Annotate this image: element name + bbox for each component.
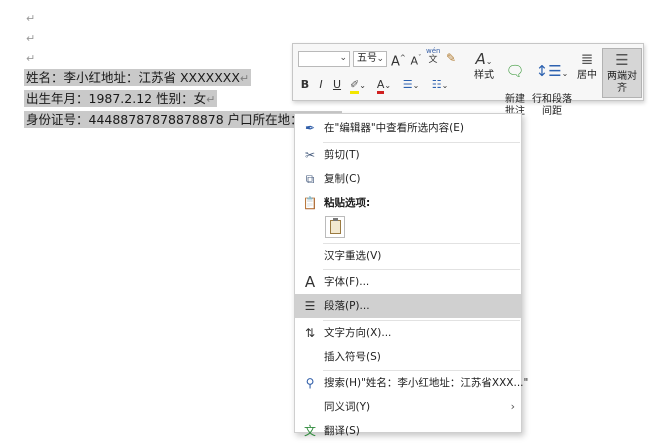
phonetic-guide-button[interactable]: wén 文 bbox=[426, 47, 441, 65]
superscript-mark: ˇ bbox=[418, 54, 422, 62]
styles-icon: A⌄ bbox=[475, 50, 493, 68]
paste-icon: 📋 bbox=[302, 196, 318, 210]
center-label: 居中 bbox=[577, 70, 597, 81]
menu-item-label: 剪切(T) bbox=[324, 149, 360, 161]
menu-item-label: 搜索(H)"姓名：李小红地址：江苏省XXX..." bbox=[324, 377, 529, 389]
font-icon: A bbox=[304, 273, 316, 291]
new-comment-button[interactable]: 🗨 新建 批注 bbox=[501, 48, 529, 117]
menu-item-label: 在"编辑器"中查看所选内容(E) bbox=[324, 122, 464, 134]
menu-item-view-in-editor[interactable]: ✒ 在"编辑器"中查看所选内容(E) bbox=[295, 116, 521, 140]
menu-item-label: 汉字重选(V) bbox=[324, 250, 382, 262]
justify-button[interactable]: ☰ 两端对齐 bbox=[602, 48, 642, 98]
italic-button[interactable]: I bbox=[315, 77, 327, 93]
center-button[interactable]: ≣ 居中 bbox=[574, 48, 600, 98]
paste-keep-text-only-button[interactable] bbox=[325, 216, 345, 238]
menu-item-paragraph[interactable]: ☰ 段落(P)... bbox=[295, 294, 521, 318]
justify-label: 两端对齐 bbox=[607, 71, 637, 94]
underline-icon: U bbox=[332, 78, 342, 91]
paragraph-icon: ☰ bbox=[304, 299, 316, 313]
copy-icon: ⧉ bbox=[305, 172, 315, 186]
menu-item-text-direction[interactable]: ⇅ 文字方向(X)... bbox=[295, 321, 521, 345]
phonetic-icon: wén bbox=[426, 47, 441, 55]
bullets-button[interactable]: ☰⌄ bbox=[399, 77, 423, 93]
chevron-right-icon: › bbox=[510, 400, 515, 413]
chevron-down-icon: ⌄ bbox=[339, 53, 347, 63]
line-text: 姓名：李小红地址：江苏省 XXXXXXX bbox=[26, 70, 240, 85]
paragraph-mark: ↵ bbox=[26, 52, 36, 65]
line-text: 出生年月：1987.2.12 性别：女 bbox=[26, 91, 207, 106]
styles-button[interactable]: A⌄ 样式 bbox=[469, 48, 499, 98]
menu-item-cut[interactable]: ✂ 剪切(T) bbox=[295, 143, 521, 167]
font-name-combo[interactable]: ⌄ bbox=[298, 51, 350, 67]
phonetic-char-icon: 文 bbox=[428, 55, 438, 65]
selected-text-line[interactable]: 出生年月：1987.2.12 性别：女↵ bbox=[24, 90, 218, 107]
scissors-icon: ✂ bbox=[304, 148, 316, 162]
menu-item-label: 复制(C) bbox=[324, 173, 361, 185]
bullet-list-icon: ☰ bbox=[402, 78, 413, 91]
numbered-list-icon: ☷ bbox=[431, 78, 442, 91]
paragraph-mark: ↵ bbox=[239, 72, 250, 85]
font-size-combo[interactable]: 五号 ⌄ bbox=[353, 51, 387, 67]
search-icon: ⚲ bbox=[305, 376, 315, 390]
menu-item-paste-options: 📋 粘贴选项: bbox=[295, 191, 521, 215]
menu-item-copy[interactable]: ⧉ 复制(C) bbox=[295, 167, 521, 191]
menu-item-label: 字体(F)... bbox=[324, 276, 370, 288]
bold-icon: B bbox=[300, 78, 310, 91]
italic-icon: I bbox=[319, 78, 323, 91]
grow-font-button[interactable]: A^ bbox=[391, 50, 406, 70]
menu-item-search[interactable]: ⚲ 搜索(H)"姓名：李小红地址：江苏省XXX..." bbox=[295, 371, 529, 395]
pen-icon: ✒ bbox=[304, 121, 316, 135]
brush-icon: ✎ bbox=[445, 51, 457, 65]
format-painter-button[interactable]: ✎ bbox=[443, 50, 459, 66]
menu-item-reconversion[interactable]: 汉字重选(V) bbox=[295, 244, 521, 268]
chevron-down-icon: ⌄ bbox=[376, 54, 384, 64]
menu-item-font[interactable]: A 字体(F)... bbox=[295, 270, 521, 294]
paragraph-mark: ↵ bbox=[26, 32, 36, 45]
context-menu: ✒ 在"编辑器"中查看所选内容(E) ✂ 剪切(T) ⧉ 复制(C) 📋 粘贴选… bbox=[294, 113, 529, 438]
highlight-button[interactable]: ✐⌄ bbox=[347, 77, 369, 94]
align-justify-icon: ☰ bbox=[615, 51, 629, 69]
shrink-font-icon: A bbox=[410, 54, 419, 68]
styles-label: 样式 bbox=[474, 70, 494, 81]
grow-font-icon: A bbox=[391, 54, 400, 70]
font-size-value: 五号 bbox=[357, 53, 377, 64]
text-direction-icon: ⇅ bbox=[304, 326, 316, 340]
numbering-button[interactable]: ☷⌄ bbox=[427, 77, 453, 93]
highlighter-icon: ✐ bbox=[350, 78, 360, 94]
chevron-down-icon: ⌄ bbox=[359, 81, 366, 90]
menu-item-label: 段落(P)... bbox=[324, 300, 370, 312]
menu-item-label: 插入符号(S) bbox=[324, 351, 381, 363]
line-spacing-button[interactable]: ↕☰⌄ 行和段落 间距 bbox=[532, 48, 572, 117]
chevron-down-icon: ⌄ bbox=[441, 81, 449, 90]
clipboard-icon bbox=[330, 218, 341, 234]
comment-icon: 🗨 bbox=[505, 62, 525, 80]
selected-text-line[interactable]: 姓名：李小红地址：江苏省 XXXXXXX↵ bbox=[24, 69, 252, 86]
shrink-font-button[interactable]: Aˇ bbox=[409, 50, 423, 68]
chevron-down-icon: ⌄ bbox=[384, 81, 392, 90]
menu-item-label: 同义词(Y) bbox=[324, 401, 371, 413]
paragraph-mark: ↵ bbox=[206, 93, 216, 106]
menu-item-insert-symbol[interactable]: 插入符号(S) bbox=[295, 345, 521, 369]
mini-toolbar: ⌄ 五号 ⌄ A^ Aˇ wén 文 ✎ B I U ✐⌄ A⌄ ☰⌄ ☷⌄ A⌄… bbox=[292, 43, 644, 117]
superscript-mark: ^ bbox=[399, 54, 406, 62]
align-center-icon: ≣ bbox=[580, 50, 594, 68]
chevron-down-icon: ⌄ bbox=[412, 81, 420, 90]
menu-item-label: 粘贴选项: bbox=[324, 197, 371, 209]
underline-button[interactable]: U bbox=[331, 77, 343, 93]
menu-item-label: 翻译(S) bbox=[324, 425, 360, 437]
menu-item-label: 文字方向(X)... bbox=[324, 327, 392, 339]
line-spacing-icon: ↕☰⌄ bbox=[535, 62, 569, 80]
translate-icon: 文 bbox=[303, 424, 316, 438]
menu-item-synonyms[interactable]: 同义词(Y) › bbox=[295, 395, 521, 419]
menu-item-translate[interactable]: 文 翻译(S) bbox=[295, 419, 521, 443]
paragraph-mark: ↵ bbox=[26, 12, 36, 25]
bold-button[interactable]: B bbox=[299, 77, 311, 93]
font-color-button[interactable]: A⌄ bbox=[373, 77, 395, 94]
line-spacing-label: 行和段落 间距 bbox=[532, 94, 572, 117]
